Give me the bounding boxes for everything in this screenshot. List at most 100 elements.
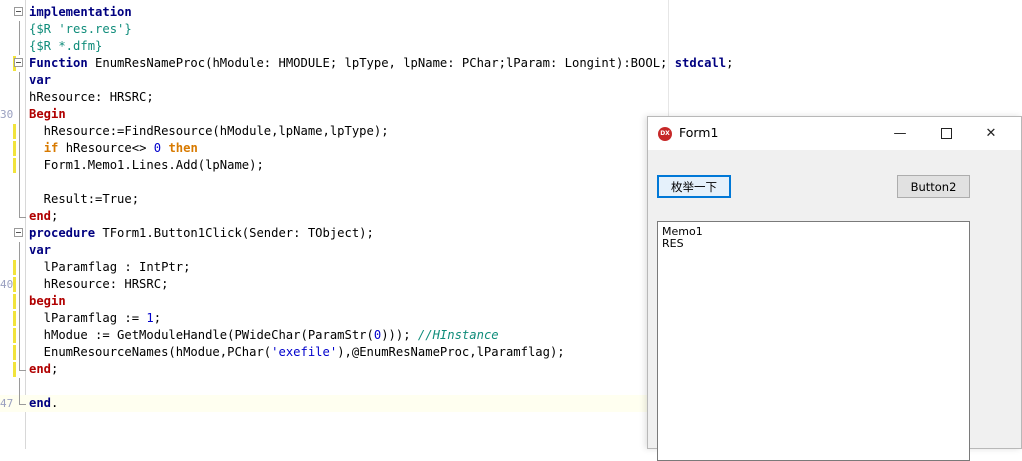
code-text: {$R 'res.res'} <box>29 21 132 38</box>
fold-guide <box>19 191 20 208</box>
code-text: Result:=True; <box>29 191 139 208</box>
window-title: Form1 <box>679 125 719 140</box>
code-text: begin <box>29 293 66 310</box>
fold-guide <box>19 242 20 259</box>
token: hResource<> <box>58 141 154 155</box>
code-text: var <box>29 72 51 89</box>
token-cmt: //HInstance <box>417 328 499 342</box>
minimize-icon: — <box>893 126 907 141</box>
token-kwr: Begin <box>29 107 66 121</box>
code-text: hResource: HRSRC; <box>29 89 154 106</box>
code-text: Form1.Memo1.Lines.Add(lpName); <box>29 157 264 174</box>
memo-line: Memo1 <box>662 225 703 238</box>
code-line[interactable]: var <box>0 72 1022 89</box>
code-text: {$R *.dfm} <box>29 38 102 55</box>
token: Result:=True; <box>29 192 140 206</box>
fold-toggle-icon[interactable] <box>14 7 23 16</box>
fold-guide <box>19 123 20 140</box>
maximize-icon <box>940 128 952 139</box>
code-line[interactable]: {$R 'res.res'} <box>0 21 1022 38</box>
code-text: end. <box>29 395 58 412</box>
token-kwr: begin <box>29 294 66 308</box>
token: ))); <box>381 328 418 342</box>
code-text: lParamflag : IntPtr; <box>29 259 191 276</box>
form1-window[interactable]: DX Form1 — ✕ 枚举一下 Button2 Memo1 RES <box>647 116 1022 461</box>
token: lParamflag := <box>29 311 147 325</box>
fold-guide <box>19 72 20 89</box>
line-number: 47 <box>0 397 14 410</box>
close-button[interactable]: ✕ <box>968 117 1014 150</box>
code-text: Begin <box>29 106 66 123</box>
token-kw: stdcall <box>674 56 727 70</box>
token-kwo: then <box>168 141 198 155</box>
token: lParamflag : IntPtr; <box>29 260 191 274</box>
fold-guide <box>19 140 20 157</box>
code-text: hResource:=FindResource(hModule,lpName,l… <box>29 123 389 140</box>
title-bar[interactable]: DX Form1 — ✕ <box>648 117 1021 150</box>
fold-guide <box>19 38 20 55</box>
token: EnumResNameProc(hModule: HMODULE; lpType… <box>95 56 675 70</box>
token-str: 'exefile' <box>271 345 338 359</box>
change-marker <box>13 141 16 156</box>
token-kwr: end <box>29 209 52 223</box>
token: . <box>51 396 59 410</box>
change-marker <box>13 158 16 173</box>
fold-guide <box>19 89 20 106</box>
token-kwo: if <box>43 141 59 155</box>
token-num: 1 <box>146 311 154 325</box>
fold-toggle-icon[interactable] <box>14 58 23 67</box>
line-number: 40 <box>0 278 14 291</box>
token-num: 0 <box>153 141 162 155</box>
fold-guide <box>19 378 20 395</box>
enumerate-button[interactable]: 枚举一下 <box>657 175 731 198</box>
fold-guide <box>19 21 20 38</box>
token: hResource: HRSRC; <box>29 277 169 291</box>
fold-end-marker <box>19 395 26 405</box>
memo1[interactable]: Memo1 RES <box>657 221 970 461</box>
code-text: implementation <box>29 4 132 21</box>
token-kw: Function <box>29 56 96 70</box>
fold-guide <box>19 293 20 310</box>
maximize-button[interactable] <box>923 117 969 150</box>
code-line[interactable]: hResource: HRSRC; <box>0 89 1022 106</box>
token-kw: implementation <box>29 5 132 19</box>
change-marker <box>13 345 16 360</box>
minimize-button[interactable]: — <box>877 117 923 150</box>
fold-guide <box>19 344 20 361</box>
fold-guide <box>19 276 20 293</box>
token: ; <box>51 362 59 376</box>
token: EnumResourceNames(hModue,PChar( <box>29 345 272 359</box>
token-kw: var <box>29 73 52 87</box>
code-text: Function EnumResNameProc(hModule: HMODUL… <box>29 55 733 72</box>
code-text: hResource: HRSRC; <box>29 276 169 293</box>
code-text: end; <box>29 208 58 225</box>
change-marker <box>13 260 16 275</box>
token: Form1.Memo1.Lines.Add(lpName); <box>29 158 264 172</box>
token-kw: end <box>29 396 52 410</box>
fold-guide <box>19 174 20 191</box>
token: hResource: HRSRC; <box>29 90 154 104</box>
change-marker <box>13 328 16 343</box>
code-text: if hResource<> 0 then <box>29 140 198 157</box>
code-text: EnumResourceNames(hModue,PChar('exefile'… <box>29 344 565 361</box>
fold-guide <box>19 327 20 344</box>
fold-guide <box>19 310 20 327</box>
change-marker <box>13 124 16 139</box>
change-marker <box>13 277 16 292</box>
token: hModue := GetModuleHandle(PWideChar(Para… <box>29 328 374 342</box>
fold-guide <box>19 259 20 276</box>
fold-toggle-icon[interactable] <box>14 228 23 237</box>
token: ; <box>153 311 162 325</box>
change-marker <box>13 311 16 326</box>
code-text: end; <box>29 361 58 378</box>
code-line[interactable]: {$R *.dfm} <box>0 38 1022 55</box>
code-text: hModue := GetModuleHandle(PWideChar(Para… <box>29 327 499 344</box>
fold-guide <box>19 106 20 123</box>
code-line[interactable]: Function EnumResNameProc(hModule: HMODUL… <box>0 55 1022 72</box>
token: ; <box>726 56 734 70</box>
code-line[interactable]: implementation <box>0 4 1022 21</box>
button2[interactable]: Button2 <box>897 175 970 198</box>
token: ; <box>51 209 59 223</box>
fold-end-marker <box>19 361 26 371</box>
